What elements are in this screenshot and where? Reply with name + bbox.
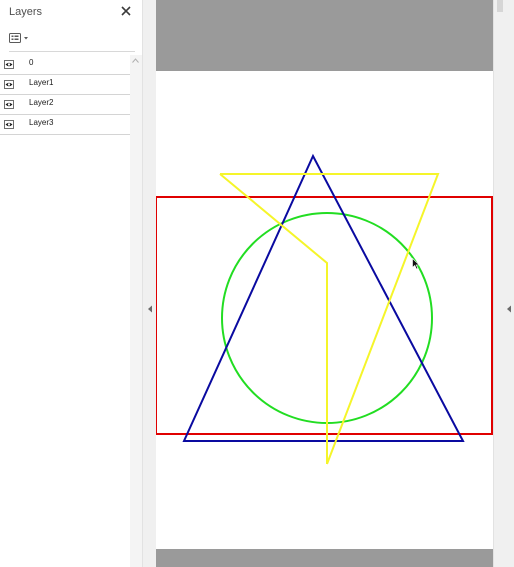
close-icon[interactable] — [119, 4, 133, 18]
eye-icon[interactable] — [4, 120, 14, 129]
app-window: Layers 0 Layer1 Layer2 Layer3 — [0, 0, 514, 567]
layer-row-layer2[interactable]: Layer2 — [0, 95, 130, 115]
blue-triangle[interactable] — [182, 153, 465, 442]
layer-options-icon — [9, 33, 28, 43]
yellow-triangle[interactable] — [220, 173, 440, 465]
layer-name: 0 — [29, 58, 34, 67]
layer-row-layer3[interactable]: Layer3 — [0, 115, 130, 135]
scroll-thumb[interactable] — [497, 0, 503, 12]
layer-name: Layer3 — [29, 118, 54, 127]
options-divider — [9, 51, 135, 52]
eye-icon[interactable] — [4, 100, 14, 109]
layer-row-layer1[interactable]: Layer1 — [0, 75, 130, 95]
document-viewport[interactable] — [156, 0, 493, 567]
layers-panel: Layers 0 Layer1 Layer2 Layer3 — [0, 0, 142, 567]
chevron-left-icon — [148, 305, 152, 313]
layer-list: 0 Layer1 Layer2 Layer3 — [0, 55, 130, 135]
scroll-up-icon[interactable] — [132, 58, 139, 63]
drawing-canvas[interactable] — [156, 71, 493, 549]
document-page[interactable] — [156, 71, 493, 549]
left-panel-collapse-handle[interactable] — [142, 0, 156, 567]
yellow-line[interactable] — [219, 173, 328, 464]
layer-options-button[interactable] — [7, 31, 33, 45]
layer-name: Layer1 — [29, 78, 54, 87]
layers-panel-title: Layers — [9, 6, 43, 18]
right-panel-collapse-handle[interactable] — [493, 0, 514, 567]
layer-row-0[interactable]: 0 — [0, 55, 130, 75]
mouse-cursor-icon — [412, 258, 420, 270]
layers-panel-header: Layers — [0, 0, 142, 26]
layer-name: Layer2 — [29, 98, 54, 107]
eye-icon[interactable] — [4, 80, 14, 89]
chevron-left-icon — [507, 305, 511, 313]
layers-scrollbar[interactable] — [130, 55, 142, 567]
eye-icon[interactable] — [4, 60, 14, 69]
